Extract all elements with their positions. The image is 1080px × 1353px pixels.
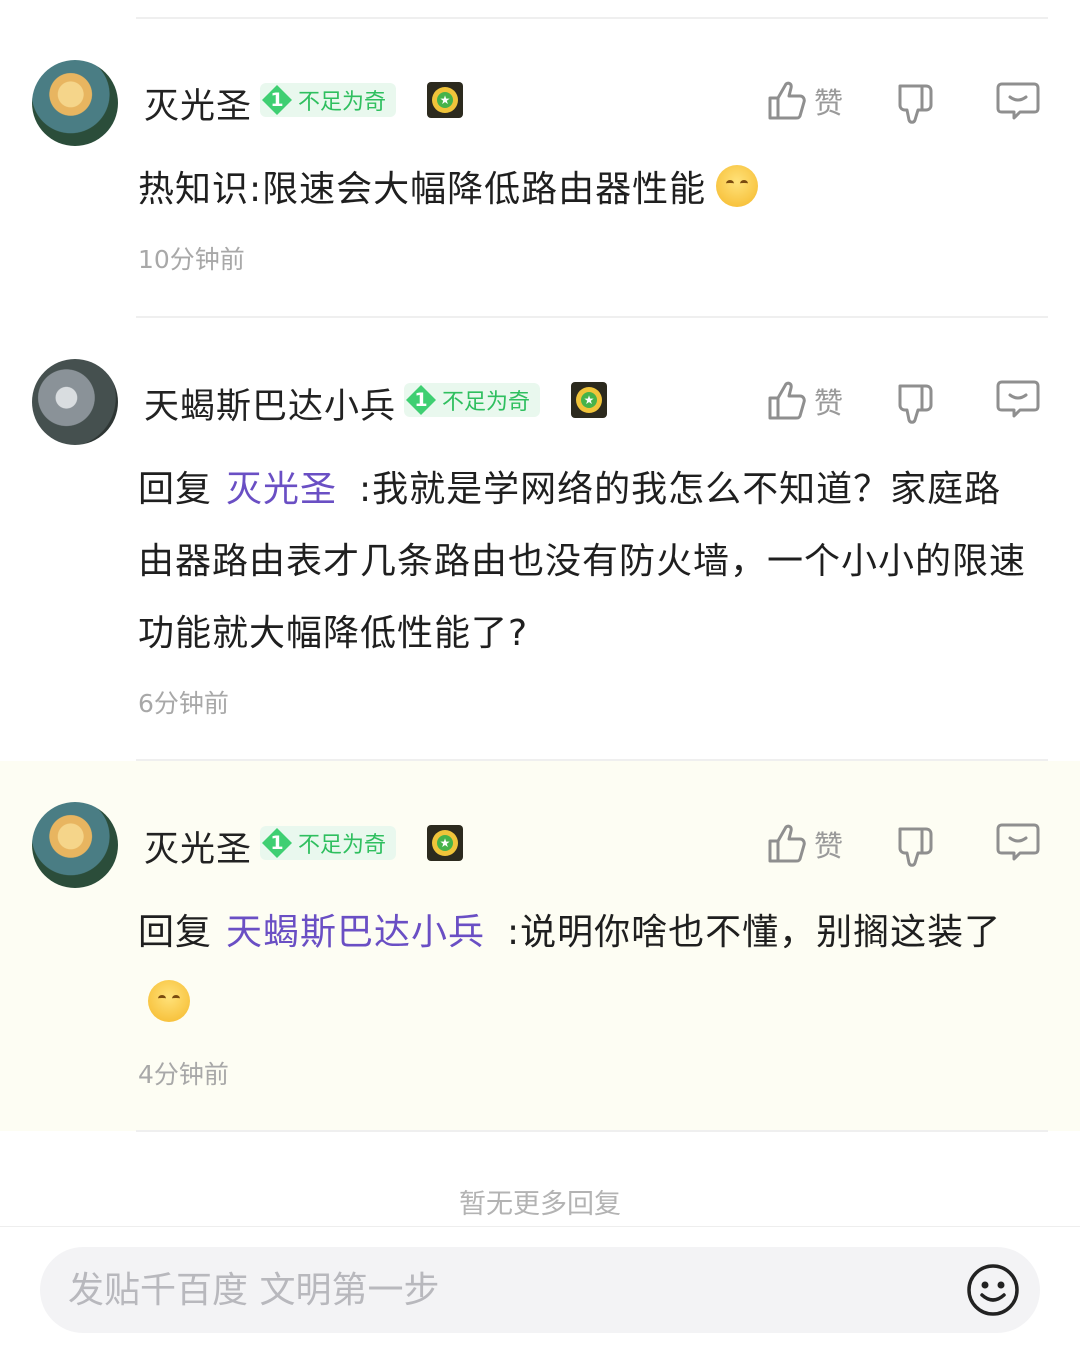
comment-bubble-icon[interactable]	[996, 80, 1040, 124]
reply-prefix: 回复	[138, 912, 213, 953]
level-badge: 1 不足为奇	[260, 826, 397, 860]
thumbs-down-icon[interactable]	[896, 382, 940, 426]
no-more-replies-label: 暂无更多回复	[459, 1189, 621, 1220]
level-number: 1	[262, 828, 292, 858]
comment-content: 回复 天蝎斯巴达小兵 :说明你啥也不懂，别搁这装了	[138, 897, 1038, 1041]
like-button[interactable]: 赞	[766, 80, 843, 122]
level-title: 不足为奇	[298, 833, 387, 858]
comment-text: 热知识:限速会大幅降低路由器性能	[138, 169, 707, 210]
username[interactable]: 天蝎斯巴达小兵	[144, 378, 396, 429]
mention-link[interactable]: 天蝎斯巴达小兵	[226, 912, 485, 953]
divider	[136, 1130, 1048, 1132]
reply-input-bar	[0, 1226, 1080, 1353]
comment-bubble-icon[interactable]	[996, 821, 1040, 865]
thumbs-up-icon	[768, 381, 806, 420]
avatar[interactable]	[32, 802, 118, 888]
level-number: 1	[406, 385, 436, 415]
emoji-face-icon[interactable]	[966, 1263, 1020, 1317]
like-label: 赞	[814, 829, 844, 863]
medal-icon: ★	[571, 382, 607, 418]
username[interactable]: 灭光圣	[144, 821, 252, 872]
comment-content: 热知识:限速会大幅降低路由器性能	[138, 154, 1038, 226]
timestamp: 10分钟前	[138, 245, 245, 274]
smile-emoji-icon	[148, 980, 190, 1022]
comment-bubble-icon[interactable]	[996, 378, 1040, 422]
comment-item: 灭光圣 1 不足为奇 ★ 赞 回复 天蝎斯巴达小兵 :说明你啥也不懂，别搁这装了 4…	[0, 761, 1080, 1131]
level-number: 1	[262, 85, 292, 115]
like-button[interactable]: 赞	[766, 380, 843, 422]
mention-link[interactable]: 灭光圣	[226, 469, 337, 510]
comment-content: 回复 灭光圣:我就是学网络的我怎么不知道？家庭路由器路由表才几条路由也没有防火墙，…	[138, 454, 1038, 670]
thumbs-down-icon[interactable]	[896, 82, 940, 126]
comment-item: 天蝎斯巴达小兵 1 不足为奇 ★ 赞 回复 灭光圣:我就是学网络的我怎么不知道？家…	[0, 318, 1080, 760]
avatar[interactable]	[32, 359, 118, 445]
thumbs-down-icon[interactable]	[896, 825, 940, 869]
reply-input[interactable]	[68, 1247, 928, 1333]
medal-icon: ★	[427, 82, 463, 118]
like-label: 赞	[814, 86, 844, 120]
username[interactable]: 灭光圣	[144, 78, 252, 129]
medal-icon: ★	[427, 825, 463, 861]
smile-emoji-icon	[716, 165, 759, 207]
timestamp: 6分钟前	[138, 689, 229, 718]
level-title: 不足为奇	[442, 390, 531, 415]
thumbs-up-icon	[768, 81, 806, 120]
level-title: 不足为奇	[298, 90, 387, 115]
like-label: 赞	[814, 386, 844, 420]
level-badge: 1 不足为奇	[404, 383, 541, 417]
comment-text: :说明你啥也不懂，别搁这装了	[507, 912, 1002, 953]
timestamp: 4分钟前	[138, 1060, 229, 1089]
like-button[interactable]: 赞	[766, 823, 843, 865]
avatar[interactable]	[32, 60, 118, 146]
comment-item: 灭光圣 1 不足为奇 ★ 赞 热知识:限速会大幅降低路由器性能 10分钟前	[0, 0, 1080, 318]
reply-prefix: 回复	[138, 469, 213, 510]
reply-input-container[interactable]	[40, 1247, 1040, 1333]
level-badge: 1 不足为奇	[260, 83, 397, 117]
thumbs-up-icon	[768, 824, 806, 863]
